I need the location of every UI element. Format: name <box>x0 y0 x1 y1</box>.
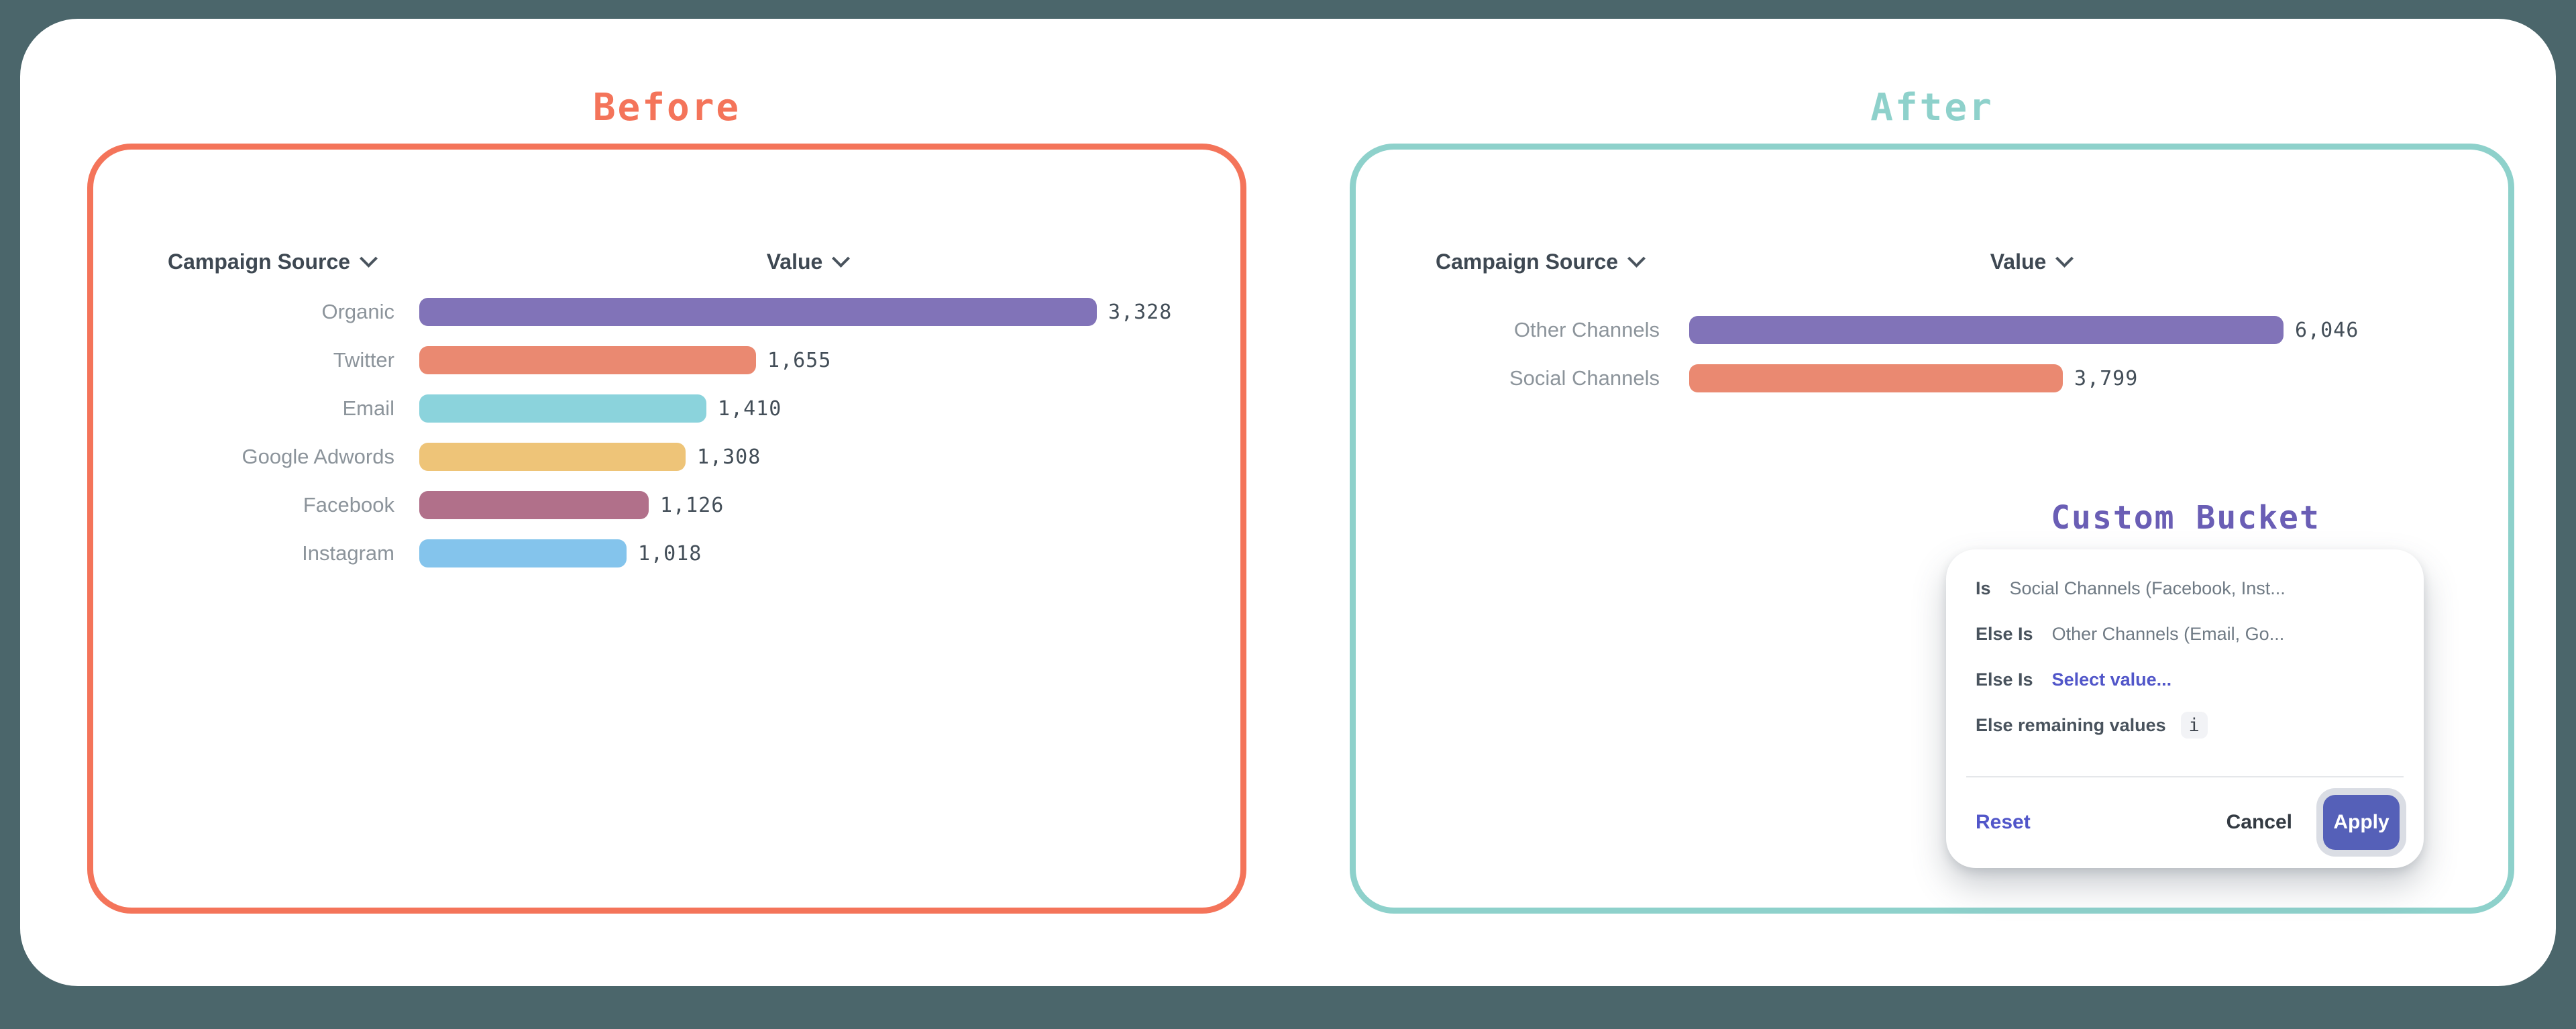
rule-condition-label: Else Is <box>1976 624 2033 645</box>
rule-condition-label: Else Is <box>1976 669 2033 690</box>
custom-bucket-dialog: Is Social Channels (Facebook, Inst... El… <box>1946 549 2424 868</box>
chevron-down-icon <box>1627 250 1646 268</box>
after-dimension-column-header[interactable]: Campaign Source <box>1436 246 1643 277</box>
row-value: 1,018 <box>638 542 702 565</box>
apply-button[interactable]: Apply <box>2323 795 2400 850</box>
value-bar <box>419 491 649 519</box>
table-row: Social Channels 3,799 <box>1363 354 2359 402</box>
custom-bucket-heading: Custom Bucket <box>1947 499 2424 537</box>
table-row: Email 1,410 <box>101 384 1172 433</box>
bucket-value-selector[interactable]: Other Channels (Email, Go... <box>2052 624 2285 645</box>
value-bar <box>419 539 627 567</box>
row-value: 1,655 <box>767 349 831 372</box>
value-bar <box>419 394 706 423</box>
before-measure-header-label: Value <box>767 250 823 274</box>
row-label: Twitter <box>101 348 394 372</box>
row-value: 1,308 <box>697 445 761 469</box>
info-icon[interactable]: i <box>2181 712 2208 739</box>
after-dimension-header-label: Campaign Source <box>1436 250 1618 274</box>
rule-condition-label: Is <box>1976 578 1991 599</box>
value-bar <box>419 443 686 471</box>
row-label: Instagram <box>101 541 394 565</box>
reset-button[interactable]: Reset <box>1976 811 2031 834</box>
table-row: Other Channels 6,046 <box>1363 306 2359 354</box>
table-row: Organic 3,328 <box>101 288 1172 336</box>
chevron-down-icon <box>2055 250 2074 268</box>
before-table-body: Organic 3,328 Twitter 1,655 Email 1,410 … <box>101 288 1172 578</box>
table-row: Google Adwords 1,308 <box>101 433 1172 481</box>
dialog-footer: Reset Cancel Apply <box>1976 794 2400 851</box>
row-value: 1,410 <box>718 397 782 421</box>
bucket-rules-list: Is Social Channels (Facebook, Inst... El… <box>1946 549 2424 740</box>
row-label: Social Channels <box>1363 366 1660 390</box>
row-label: Facebook <box>101 493 394 517</box>
chevron-down-icon <box>360 250 378 268</box>
before-after-comparison: Before After Campaign Source Value Organ… <box>0 0 2576 1029</box>
row-value: 3,799 <box>2074 367 2138 390</box>
before-measure-column-header[interactable]: Value <box>730 246 884 277</box>
before-dimension-header-label: Campaign Source <box>168 250 350 274</box>
row-value: 1,126 <box>660 494 724 517</box>
after-measure-column-header[interactable]: Value <box>1953 246 2108 277</box>
table-row: Facebook 1,126 <box>101 481 1172 529</box>
bucket-rule-row: Else Is Other Channels (Email, Go... <box>1976 619 2394 649</box>
select-value-link[interactable]: Select value... <box>2052 669 2172 690</box>
after-measure-header-label: Value <box>1990 250 2047 274</box>
rule-condition-label: Else remaining values <box>1976 715 2166 736</box>
dialog-divider <box>1966 776 2404 777</box>
bucket-rule-row: Is Social Channels (Facebook, Inst... <box>1976 574 2394 603</box>
value-bar <box>1689 364 2063 392</box>
value-bar <box>419 346 756 374</box>
bucket-rule-row: Else Is Select value... <box>1976 665 2394 694</box>
value-bar <box>1689 316 2284 344</box>
row-value: 3,328 <box>1108 301 1172 324</box>
value-bar <box>419 298 1097 326</box>
row-label: Google Adwords <box>101 445 394 469</box>
table-row: Instagram 1,018 <box>101 529 1172 578</box>
before-dimension-column-header[interactable]: Campaign Source <box>168 246 375 277</box>
chevron-down-icon <box>832 250 850 268</box>
row-value: 6,046 <box>2295 319 2359 342</box>
bucket-rule-row: Else remaining values i <box>1976 710 2394 740</box>
before-title: Before <box>87 86 1246 129</box>
content-card: Before After Campaign Source Value Organ… <box>20 19 2556 986</box>
row-label: Organic <box>101 300 394 324</box>
row-label: Email <box>101 396 394 421</box>
bucket-value-selector[interactable]: Social Channels (Facebook, Inst... <box>2010 578 2286 599</box>
cancel-button[interactable]: Cancel <box>2226 811 2292 834</box>
after-title: After <box>1350 86 2514 129</box>
after-table-body: Other Channels 6,046 Social Channels 3,7… <box>1363 306 2359 402</box>
table-row: Twitter 1,655 <box>101 336 1172 384</box>
row-label: Other Channels <box>1363 318 1660 342</box>
